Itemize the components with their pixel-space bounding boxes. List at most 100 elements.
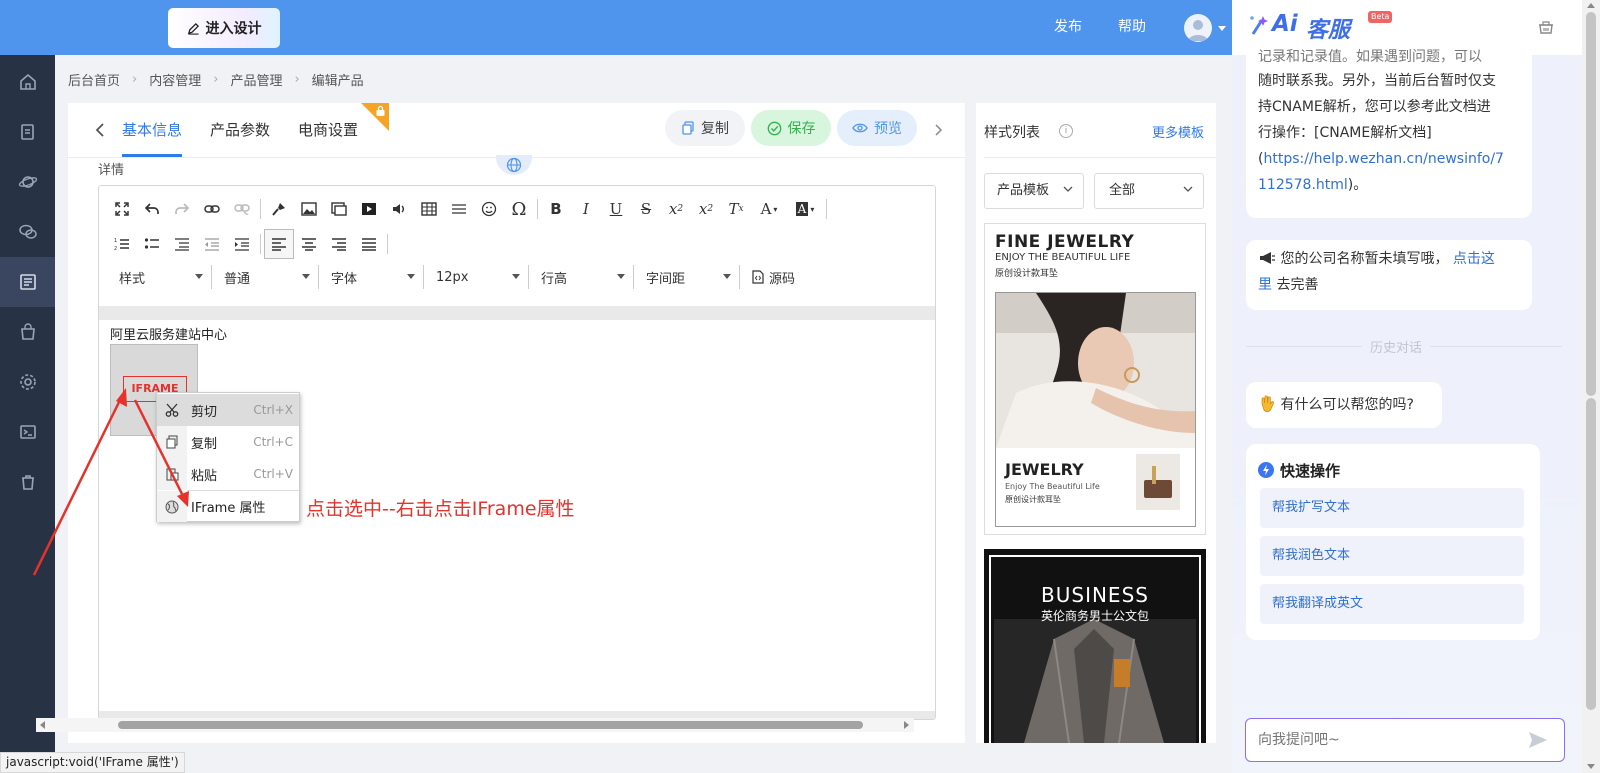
ordered-list-icon[interactable]: 12 [107,229,137,259]
special-char-icon[interactable]: Ω [504,194,534,224]
sidebar-item-home[interactable] [0,57,55,107]
tab-product-params[interactable]: 产品参数 [210,103,270,158]
toolbar-row-1: Ω B I U S x2 x2 Tx A ▾ A ▾ [107,194,830,224]
letter-spacing-select[interactable]: 字间距 [634,265,740,289]
font-color-icon[interactable]: A ▾ [751,194,787,224]
context-menu-cut[interactable]: 剪切 Ctrl+X [157,394,299,426]
quick-translate-button[interactable]: 帮我翻译成英文 [1260,584,1524,624]
underline-icon[interactable]: U [601,194,631,224]
more-templates-link[interactable]: 更多模板 [1152,122,1204,141]
publish-link[interactable]: 发布 [1038,0,1098,55]
redo-icon[interactable] [167,194,197,224]
ai-message-line: 随时联系我。另外，当前后台暂时仅支 [1258,73,1496,89]
sidebar-item-content[interactable] [0,257,55,307]
indent-icon[interactable] [227,229,257,259]
scroll-down-icon[interactable] [1587,764,1595,769]
clear-format-icon[interactable]: Tx [721,194,751,224]
template-card-jewelry[interactable]: FINE JEWELRY ENJOY THE BEAUTIFUL LIFE 原创… [984,223,1206,535]
quick-expand-text-button[interactable]: 帮我扩写文本 [1260,488,1524,528]
ai-notice-line-1: 您的公司名称暂未填写哦， 点击这 [1258,246,1520,272]
toolbar-divider [260,234,261,254]
save-button[interactable]: 保存 [751,110,831,146]
align-left-icon[interactable] [264,229,294,259]
ai-question-input-field[interactable] [1258,729,1518,751]
preview-button[interactable]: 预览 [837,110,917,146]
source-code-button[interactable]: 源码 [740,265,812,289]
annotation-text: 点击选中--右击点击IFrame属性 [306,498,575,520]
bullet-list-icon[interactable] [137,229,167,259]
tab-basic-info[interactable]: 基本信息 [122,103,183,157]
horizontal-rule-icon[interactable] [444,194,474,224]
horizontal-scrollbar[interactable] [36,718,914,732]
language-globe-button[interactable] [496,155,532,175]
align-right-icon[interactable] [324,229,354,259]
sidebar-item-settings[interactable] [0,357,55,407]
emoji-icon[interactable] [474,194,504,224]
cname-doc-link[interactable]: https://help.wezhan.cn/newsinfo/7 [1263,151,1503,167]
breadcrumb-content[interactable]: 内容管理 [149,70,201,89]
back-chevron-icon[interactable] [94,122,106,138]
scroll-right-icon[interactable] [904,721,909,729]
page-scrollbar[interactable] [1582,0,1600,773]
paragraph-select[interactable]: 普通 [212,265,319,289]
undo-icon[interactable] [137,194,167,224]
video-icon[interactable] [354,194,384,224]
align-center-icon[interactable] [294,229,324,259]
more-chevron-icon[interactable] [934,123,944,137]
sidebar-item-chat[interactable] [0,207,55,257]
template-type-select[interactable]: 产品模板 [984,173,1084,209]
page-scrollbar-thumb[interactable] [1586,12,1596,396]
context-menu-iframe-properties[interactable]: IFrame 属性 [157,491,299,522]
ai-question-input[interactable] [1245,718,1565,762]
clear-chat-icon[interactable] [1537,18,1555,36]
context-menu-paste[interactable]: 粘贴 Ctrl+V [157,458,299,490]
send-icon[interactable] [1528,731,1548,749]
help-link[interactable]: 帮助 [1102,0,1162,55]
line-height-select[interactable]: 行高 [529,265,634,289]
breadcrumb-products[interactable]: 产品管理 [230,70,282,89]
multilevel-list-icon[interactable] [167,229,197,259]
superscript-icon[interactable]: x2 [691,194,721,224]
image-icon[interactable] [294,194,324,224]
scroll-left-icon[interactable] [40,721,45,729]
quick-polish-text-button[interactable]: 帮我润色文本 [1260,536,1524,576]
table-icon[interactable] [414,194,444,224]
background-color-icon[interactable]: A ▾ [787,194,823,224]
sidebar-item-planet[interactable] [0,157,55,207]
italic-icon[interactable]: I [571,194,601,224]
info-icon[interactable]: i [1059,124,1073,138]
subscript-icon[interactable]: x2 [661,194,691,224]
unlink-icon[interactable] [227,194,257,224]
align-justify-icon[interactable] [354,229,384,259]
cname-doc-link-cont[interactable]: 112578.html [1258,177,1348,193]
link-icon[interactable] [197,194,227,224]
avatar-dropdown-icon[interactable] [1218,26,1226,31]
sidebar-item-trash[interactable] [0,457,55,507]
context-menu-copy-label: 复制 [191,436,218,452]
fullscreen-icon[interactable] [107,194,137,224]
avatar[interactable] [1184,14,1212,42]
sidebar-item-pages[interactable] [0,107,55,157]
font-family-select[interactable]: 字体 [319,265,424,289]
breadcrumb-home[interactable]: 后台首页 [68,70,120,89]
fill-company-link-cont[interactable]: 里 [1258,277,1272,293]
outdent-icon[interactable] [197,229,227,259]
font-size-select[interactable]: 12px [424,265,529,289]
copy-button[interactable]: 复制 [665,110,745,146]
fill-company-link[interactable]: 点击这 [1453,251,1495,267]
tab-ecommerce[interactable]: 电商设置 [298,103,358,158]
scrollbar-thumb[interactable] [118,721,863,729]
format-brush-icon[interactable] [264,194,294,224]
audio-icon[interactable] [384,194,414,224]
sidebar-item-terminal[interactable] [0,407,55,457]
template-category-select[interactable]: 全部 [1094,173,1204,209]
multi-image-icon[interactable] [324,194,354,224]
sidebar-item-shop[interactable] [0,307,55,357]
style-select[interactable]: 样式 [107,265,212,289]
context-menu-copy[interactable]: 复制 Ctrl+C [157,426,299,458]
enter-design-button[interactable]: 进入设计 [168,8,280,48]
strikethrough-icon[interactable]: S [631,194,661,224]
scroll-up-icon[interactable] [1587,3,1595,8]
template-card-business[interactable]: BUSINESS 英伦商务男士公文包 [984,549,1206,743]
bold-icon[interactable]: B [541,194,571,224]
